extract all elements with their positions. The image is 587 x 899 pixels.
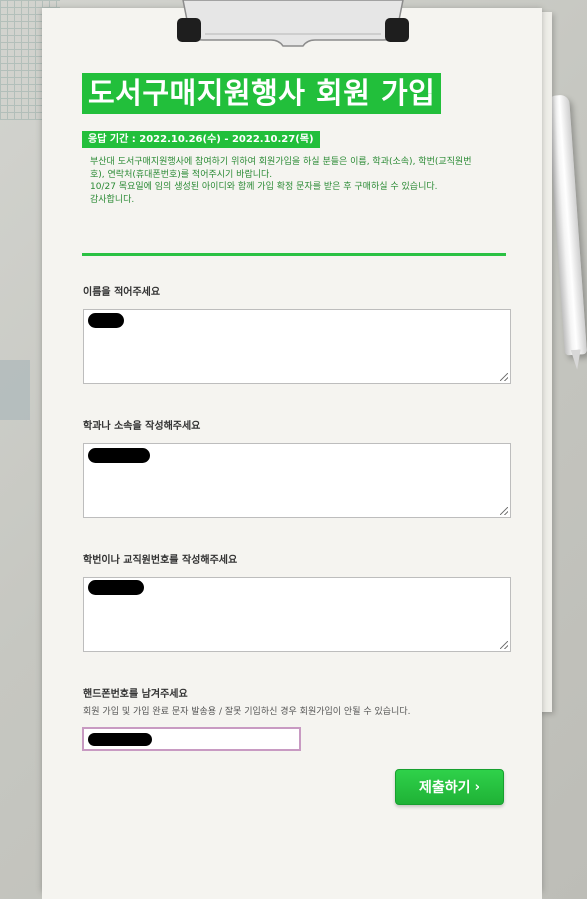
intro-line: 감사합니다. [90,194,135,205]
submit-label: 제출하기 [419,780,471,796]
section-divider [82,253,506,256]
chevron-right-icon: › [474,779,480,795]
student-id-textarea[interactable] [83,577,511,652]
redacted-value [88,580,144,595]
redacted-value [88,733,152,746]
resize-grip-icon[interactable] [500,373,508,381]
resize-grip-icon[interactable] [500,507,508,515]
intro-line: 호), 연락처(휴대폰번호)를 적어주시기 바랍니다. [90,169,273,180]
resize-grip-icon[interactable] [500,641,508,649]
intro-line: 10/27 목요일에 임의 생성된 아이디와 함께 가입 확정 문자를 받은 후… [90,182,438,192]
intro-text: 부산대 도서구매지원행사에 참여하기 위하여 회원가입을 하실 분들은 이름, … [90,156,510,206]
desk-object-decoration [0,360,30,420]
page-title: 도서구매지원행사 회원 가입 [82,73,442,114]
name-question-label: 이름을 적어주세요 [83,287,161,298]
phone-help-text: 회원 가입 및 가입 완료 문자 발송용 / 잘못 기입하신 경우 회원가입이 … [83,707,411,717]
response-period: 응답 기간 : 2022.10.26(수) - 2022.10.27(목) [82,131,320,148]
intro-line: 부산대 도서구매지원행사에 참여하기 위하여 회원가입을 하실 분들은 이름, … [90,157,472,167]
redacted-value [88,313,124,328]
phone-input[interactable] [82,727,301,751]
dept-textarea[interactable] [83,443,511,518]
redacted-value [88,448,150,463]
paper-edge [42,883,542,899]
name-textarea[interactable] [83,309,511,384]
dept-question-label: 학과나 소속을 작성해주세요 [83,421,201,432]
student-id-question-label: 학번이나 교직원번호를 작성해주세요 [83,555,238,566]
submit-button[interactable]: 제출하기 › [395,769,504,805]
clipboard-clip-icon [175,0,411,48]
phone-question-label: 핸드폰번호를 남겨주세요 [83,689,188,700]
